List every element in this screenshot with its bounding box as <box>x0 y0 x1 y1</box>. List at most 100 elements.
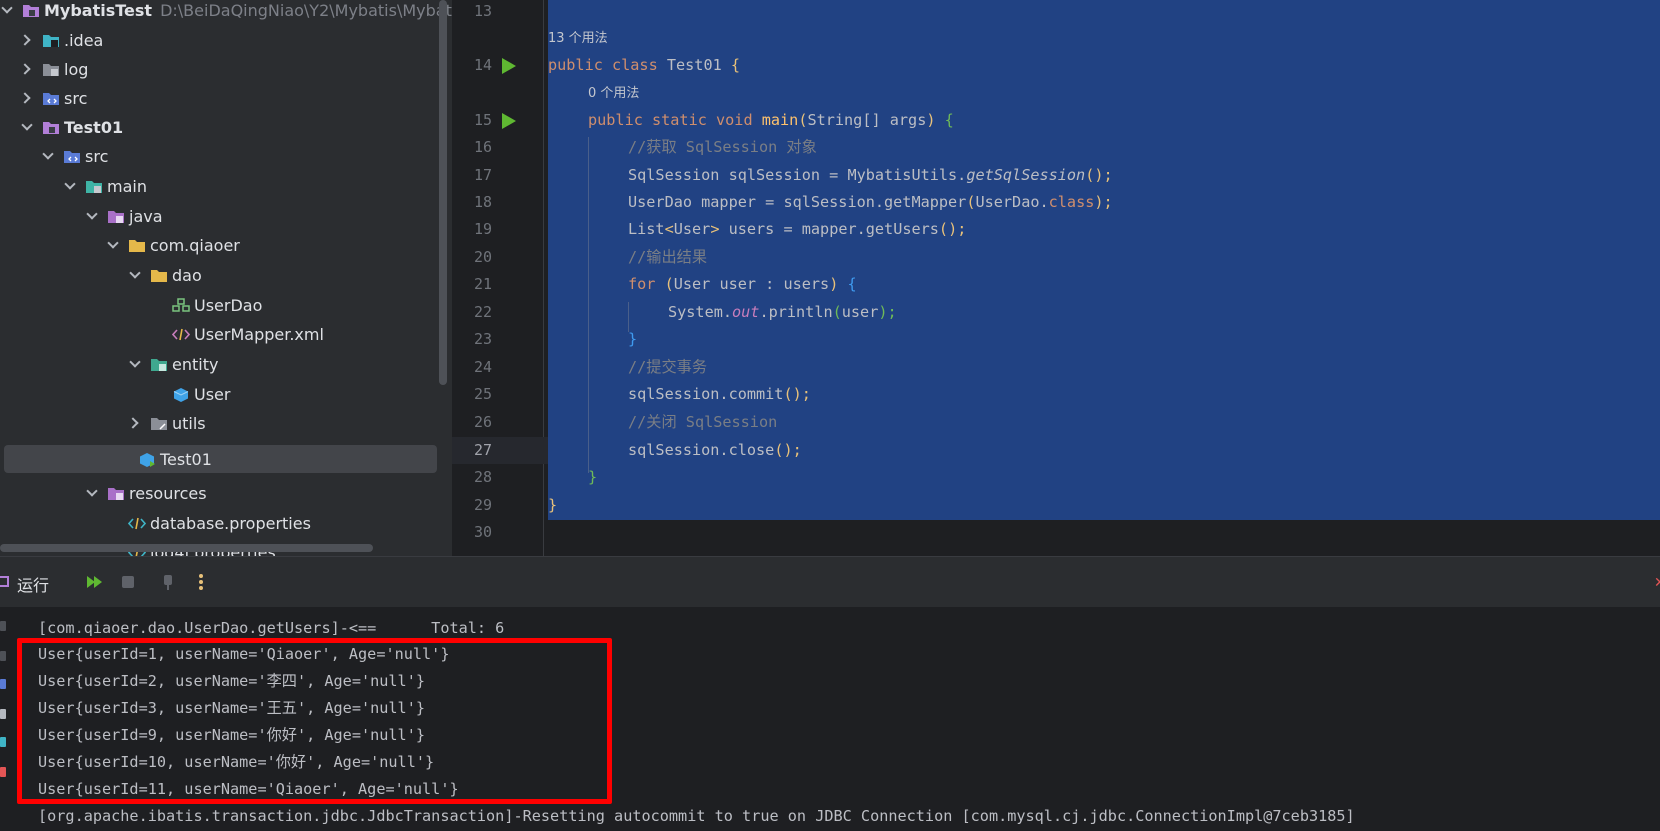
tree-item-main[interactable]: main <box>0 172 438 200</box>
module-folder-icon <box>42 120 60 135</box>
tree-item-userdao[interactable]: UserDao <box>0 291 438 319</box>
tree-item-src[interactable]: src <box>0 142 438 170</box>
clear-console-icon[interactable] <box>0 767 6 777</box>
rerun-icon[interactable] <box>85 572 105 592</box>
tree-item-test01-module[interactable]: Test01 <box>0 113 438 141</box>
tree-item-entity[interactable]: entity <box>0 350 438 378</box>
code-token: main <box>761 111 799 129</box>
chevron-right-icon[interactable] <box>20 91 34 105</box>
project-path: D:\BeiDaQingNiao\Y2\Mybatis\Mybatis <box>160 0 452 20</box>
code-token: public static void <box>588 111 762 129</box>
close-icon[interactable]: ✕ <box>1654 577 1660 589</box>
run-main-icon[interactable] <box>502 113 516 129</box>
annotation-highlight-box <box>17 638 612 804</box>
usage-hint[interactable]: 0 个用法 <box>588 83 639 105</box>
code-token: ( <box>664 275 674 293</box>
code-token: { <box>847 275 857 293</box>
tree-item-resources[interactable]: resources <box>0 479 438 507</box>
interface-icon <box>172 297 190 313</box>
line-number: 30 <box>473 523 492 541</box>
code-line-14: public class Test01 { <box>548 52 740 79</box>
runnable-class-icon <box>138 452 156 467</box>
code-line-27: sqlSession.close(); <box>628 437 802 464</box>
resources-folder-icon <box>107 486 125 501</box>
package-folder-icon <box>150 416 168 431</box>
tree-item-user[interactable]: User <box>0 380 438 408</box>
line-number: 22 <box>473 303 492 321</box>
code-token: (); <box>783 385 811 403</box>
tree-item-label: log <box>64 59 89 79</box>
chevron-down-icon[interactable] <box>128 268 142 282</box>
chevron-down-icon[interactable] <box>128 357 142 371</box>
code-token: (); <box>774 441 802 459</box>
scroll-up-icon[interactable] <box>0 621 6 631</box>
run-tab-label[interactable]: 运行 <box>17 572 49 596</box>
tree-item-log[interactable]: log <box>0 55 438 83</box>
tree-item-src-root[interactable]: src <box>0 84 438 112</box>
tree-item-label: main <box>107 176 147 196</box>
chevron-down-icon[interactable] <box>20 120 34 134</box>
tree-item-project-root[interactable]: MybatisTest D:\BeiDaQingNiao\Y2\Mybatis\… <box>0 0 452 24</box>
code-token: ( <box>832 303 842 321</box>
code-editor[interactable]: 13 14 15 16 17 18 19 20 21 22 23 24 25 2… <box>452 0 1660 556</box>
code-token: UserDao mapper = sqlSession.getMapper <box>628 193 967 211</box>
line-number: 23 <box>473 330 492 348</box>
attach-debugger-icon[interactable] <box>158 572 178 592</box>
tree-item-label: com.qiaoer <box>150 235 240 255</box>
tree-item-idea[interactable]: .idea <box>0 26 438 54</box>
print-icon[interactable] <box>0 737 6 747</box>
tree-item-usermapper-xml[interactable]: UserMapper.xml <box>0 320 438 348</box>
run-class-icon[interactable] <box>502 58 516 74</box>
properties-file-icon <box>127 516 147 531</box>
package-folder-icon <box>150 357 168 372</box>
tree-item-java[interactable]: java <box>0 202 438 230</box>
chevron-down-icon[interactable] <box>106 238 120 252</box>
usage-hint[interactable]: 13 个用法 <box>548 28 608 50</box>
scroll-down-icon[interactable] <box>0 651 6 661</box>
tree-item-label: entity <box>172 354 219 374</box>
code-token: sqlSession.commit <box>628 385 784 403</box>
code-line-17: SqlSession sqlSession = MybatisUtils.get… <box>628 162 1113 189</box>
code-token: { <box>944 111 954 129</box>
code-token: class <box>1048 193 1095 211</box>
scroll-to-end-icon[interactable] <box>0 709 6 719</box>
code-token: SqlSession sqlSession = MybatisUtils. <box>628 166 967 184</box>
tree-item-label: .idea <box>64 30 104 50</box>
code-token: users = mapper.getUsers <box>719 220 939 238</box>
code-token: (); <box>938 220 967 238</box>
package-folder-icon <box>150 268 168 283</box>
code-token: < <box>664 220 674 238</box>
tree-item-dao[interactable]: dao <box>0 261 438 289</box>
run-tool-window: 运行 ✕ [com.qiaoer.dao.UserDao.getUsers]-<… <box>0 556 1660 831</box>
more-options-icon[interactable] <box>191 572 211 592</box>
code-token: out <box>732 303 760 321</box>
chevron-right-icon[interactable] <box>128 416 142 430</box>
tree-horizontal-scrollbar[interactable] <box>0 544 373 552</box>
tree-item-test01-class[interactable]: Test01 <box>4 445 437 473</box>
stop-icon[interactable] <box>118 572 138 592</box>
tree-item-utils[interactable]: utils <box>0 409 438 437</box>
tree-item-com-qiaoer[interactable]: com.qiaoer <box>0 231 438 259</box>
code-token: sqlSession.close <box>628 441 775 459</box>
code-token: UserDao. <box>975 193 1049 211</box>
chevron-down-icon[interactable] <box>0 3 14 17</box>
line-number: 25 <box>473 385 492 403</box>
tree-item-database-properties[interactable]: database.properties <box>0 509 438 537</box>
code-token: (); <box>1085 166 1113 184</box>
folder-icon <box>85 179 103 194</box>
soft-wrap-icon[interactable] <box>0 679 6 689</box>
idea-folder-icon <box>42 33 60 48</box>
chevron-right-icon[interactable] <box>20 33 34 47</box>
chevron-right-icon[interactable] <box>20 62 34 76</box>
chevron-down-icon[interactable] <box>63 179 77 193</box>
chevron-down-icon[interactable] <box>41 149 55 163</box>
line-number: 26 <box>473 413 492 431</box>
code-token: ) <box>926 111 945 129</box>
chevron-down-icon[interactable] <box>85 209 99 223</box>
code-line-24: //提交事务 <box>628 358 708 376</box>
sources-root-icon <box>107 209 125 224</box>
tree-item-label: User <box>194 384 231 404</box>
line-number: 21 <box>473 275 492 293</box>
tree-vertical-scrollbar[interactable] <box>439 0 447 385</box>
chevron-down-icon[interactable] <box>85 486 99 500</box>
